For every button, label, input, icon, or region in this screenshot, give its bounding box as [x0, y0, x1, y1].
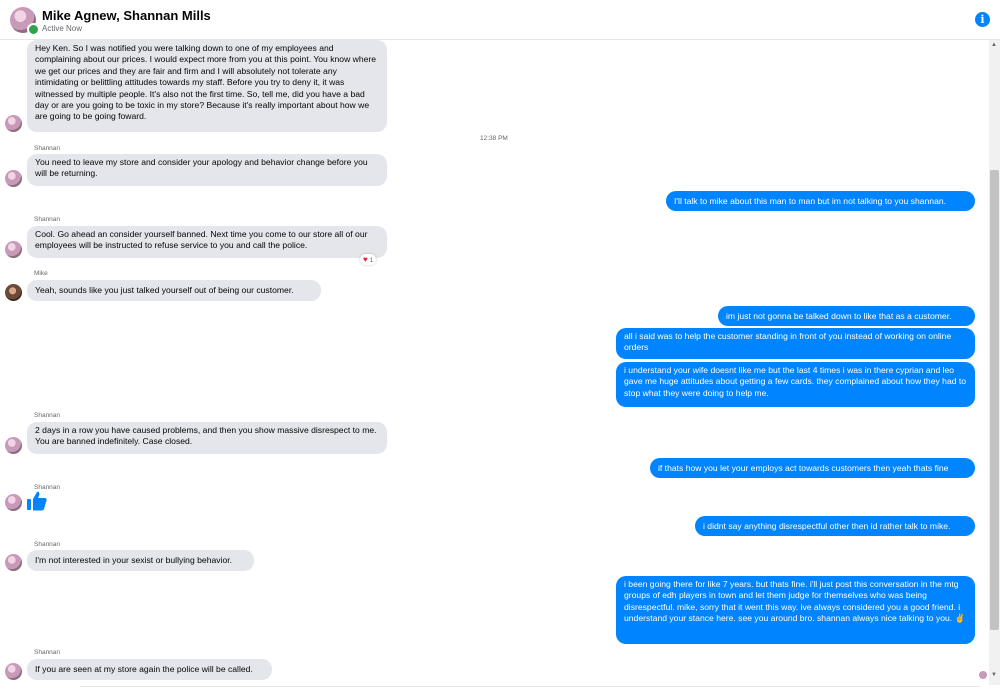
scroll-down-arrow-icon[interactable]: ▼ — [991, 672, 997, 678]
message-incoming[interactable]: Cool. Go ahead an consider yourself bann… — [27, 226, 387, 258]
message-outgoing[interactable]: i understand your wife doesnt like me bu… — [616, 362, 975, 407]
message-outgoing[interactable]: im just not gonna be talked down to like… — [718, 306, 975, 326]
avatar-shannan[interactable] — [5, 554, 22, 571]
message-outgoing[interactable]: I'll talk to mike about this man to man … — [666, 191, 975, 211]
info-icon[interactable]: i — [975, 12, 990, 27]
message-incoming[interactable]: I'm not interested in your sexist or bul… — [27, 550, 254, 571]
avatar-shannan[interactable] — [5, 663, 22, 680]
heart-reaction-icon: ♥ — [363, 255, 368, 264]
message-outgoing[interactable]: i didnt say anything disrespectful other… — [695, 516, 975, 536]
message-incoming[interactable]: Yeah, sounds like you just talked yourse… — [27, 280, 321, 301]
active-status-text: Active Now — [42, 24, 83, 33]
sender-name: Shannan — [34, 412, 61, 419]
avatar-shannan[interactable] — [5, 170, 22, 187]
message-incoming[interactable]: 2 days in a row you have caused problems… — [27, 422, 387, 454]
avatar-shannan[interactable] — [5, 115, 22, 132]
reaction-count: 1 — [369, 257, 374, 264]
scroll-up-arrow-icon[interactable]: ▲ — [991, 42, 997, 48]
active-status-dot — [27, 23, 40, 36]
avatar-shannan[interactable] — [5, 494, 22, 511]
thumbs-up-icon[interactable] — [26, 490, 48, 512]
message-outgoing[interactable]: if thats how you let your employs act to… — [650, 458, 975, 478]
conversation-title[interactable]: Mike Agnew, Shannan Mills — [42, 8, 211, 23]
scrollbar-thumb[interactable] — [990, 170, 999, 630]
message-incoming[interactable]: You need to leave my store and consider … — [27, 154, 387, 186]
sender-name: Shannan — [34, 541, 61, 548]
avatar-shannan[interactable] — [5, 241, 22, 258]
conversation-header: Mike Agnew, Shannan Mills Active Now i — [0, 0, 1000, 40]
seen-indicator-avatar — [979, 671, 987, 679]
sender-name: Shannan — [34, 649, 61, 656]
message-incoming[interactable]: If you are seen at my store again the po… — [27, 659, 272, 680]
avatar-mike[interactable] — [5, 284, 22, 301]
sender-name: Shannan — [34, 216, 61, 223]
message-incoming[interactable]: Hey Ken. So I was notified you were talk… — [27, 40, 387, 132]
sender-name: Shannan — [34, 145, 61, 152]
avatar-shannan[interactable] — [5, 437, 22, 454]
message-reaction[interactable]: ♥ 1 — [360, 254, 377, 265]
message-outgoing[interactable]: i been going there for like 7 years. but… — [616, 576, 975, 644]
message-timestamp: 12:38 PM — [480, 135, 508, 142]
message-outgoing[interactable]: all i said was to help the customer stan… — [616, 328, 975, 359]
message-composer[interactable] — [80, 686, 980, 692]
sender-name: Mike — [34, 270, 48, 277]
